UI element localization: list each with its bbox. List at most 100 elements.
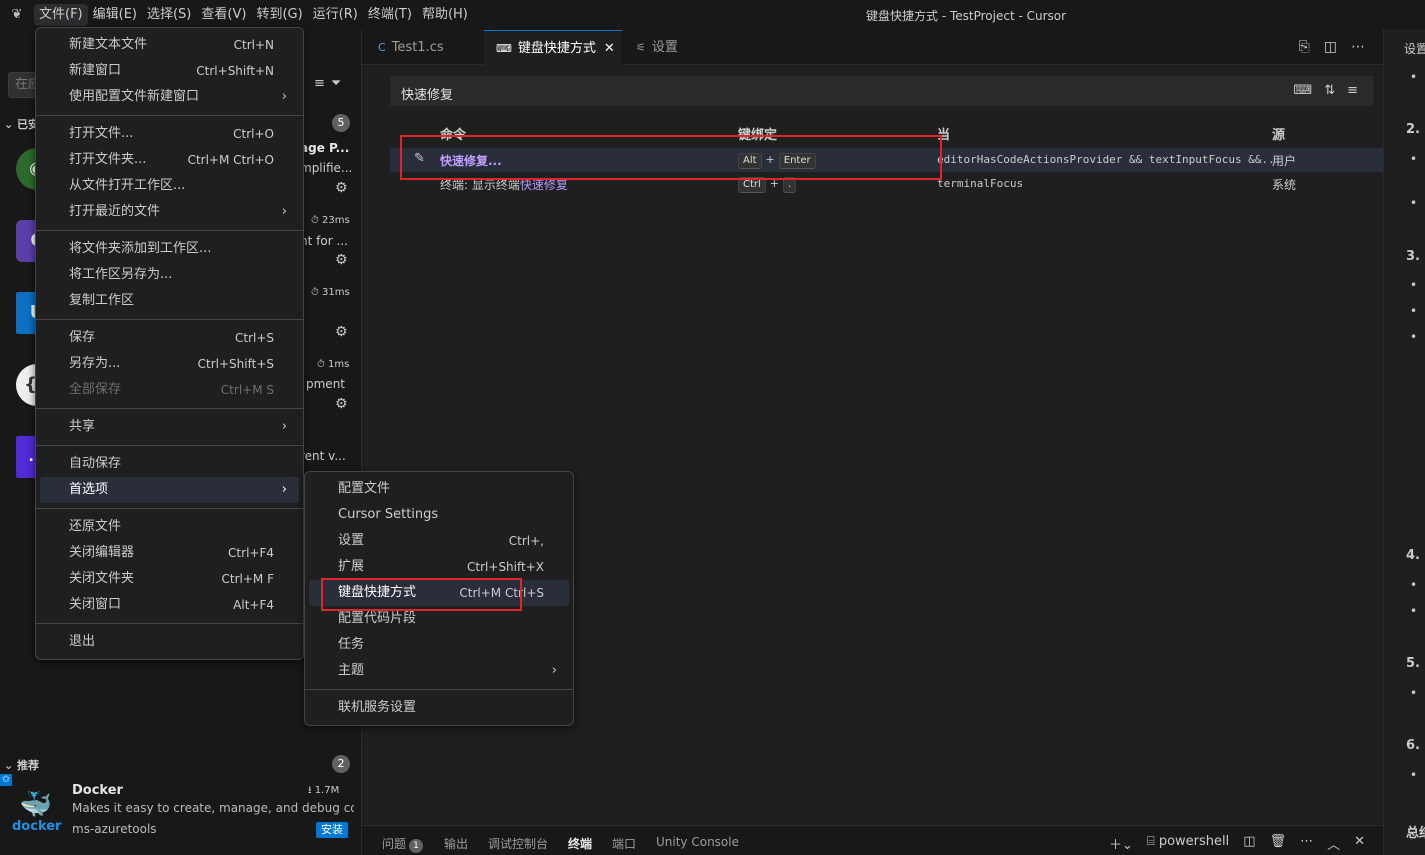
download-count: ⭳ 1.7M [308, 785, 340, 796]
more-actions-icon[interactable]: ⋯ [1300, 834, 1313, 853]
menu-item-add-folder-to-workspace[interactable]: 将文件夹添加到工作区... [40, 236, 299, 262]
menu-shortcut: Ctrl+F4 [228, 546, 274, 560]
rec-ext-name[interactable]: Docker [72, 783, 123, 798]
menu-edit[interactable]: 编辑(E) [88, 4, 142, 26]
menu-item-tasks[interactable]: 任务 [309, 632, 569, 658]
tab-test1-cs[interactable]: C Test1.cs [366, 30, 476, 65]
clear-results-icon[interactable]: ≡ [314, 76, 325, 91]
menu-shortcut: Alt+F4 [233, 598, 274, 612]
menu-help[interactable]: 帮助(H) [417, 4, 473, 26]
menu-item-profiles[interactable]: 配置文件 [309, 476, 569, 502]
menu-label: 新建窗口 [69, 63, 122, 78]
menu-label: 关闭编辑器 [69, 545, 135, 560]
menu-item-save-as[interactable]: 另存为... Ctrl+Shift+S [40, 351, 299, 377]
cursor-logo-icon[interactable]: ❦ [10, 8, 24, 22]
menu-label: 保存 [69, 330, 96, 345]
menu-item-new-window-with-profile[interactable]: 使用配置文件新建窗口 › [40, 84, 299, 110]
menu-label: 打开文件夹... [69, 152, 147, 167]
installed-section-header[interactable]: ⌄ 已安 [4, 116, 39, 132]
search-actions: ≡ ⏷ [314, 76, 341, 91]
menu-item-open-workspace[interactable]: 从文件打开工作区... [40, 173, 299, 199]
tab-terminal[interactable]: 终端 [568, 835, 592, 852]
search-value: 快速修复 [401, 88, 454, 103]
gear-icon[interactable]: ⚙ [335, 180, 348, 196]
tab-debug-console[interactable]: 调试控制台 [488, 835, 548, 852]
split-editor-icon[interactable]: ◫ [1324, 39, 1337, 55]
menu-item-revert-file[interactable]: 还原文件 [40, 514, 299, 540]
new-terminal-icon[interactable]: ＋⌄ [1109, 834, 1133, 853]
gear-icon[interactable]: ⚙ [335, 324, 348, 340]
menu-separator [36, 445, 303, 446]
section-number: 2. [1406, 122, 1420, 137]
panel-actions: ＋⌄ ⌸ powershell ◫ 🗑 ⋯ ︿ ✕ [1109, 834, 1365, 853]
menu-item-open-folder[interactable]: 打开文件夹... Ctrl+M Ctrl+O [40, 147, 299, 173]
menu-label: 自动保存 [69, 456, 122, 471]
menu-item-save-all: 全部保存 Ctrl+M S [40, 377, 299, 403]
menu-item-save-workspace-as[interactable]: 将工作区另存为... [40, 262, 299, 288]
menu-item-close-window[interactable]: 关闭窗口 Alt+F4 [40, 592, 299, 618]
problems-count-badge: 1 [409, 839, 424, 853]
split-terminal-icon[interactable]: ◫ [1243, 834, 1255, 853]
trash-icon[interactable]: 🗑 [1270, 834, 1287, 853]
col-header-source[interactable]: 源 [1272, 124, 1285, 143]
menu-item-duplicate-workspace[interactable]: 复制工作区 [40, 288, 299, 314]
close-icon[interactable]: ✕ [604, 41, 615, 56]
menu-item-extensions[interactable]: 扩展 Ctrl+Shift+X [309, 554, 569, 580]
tab-settings[interactable]: ⚟ 设置 [624, 30, 724, 65]
menu-label: 将文件夹添加到工作区... [69, 241, 212, 256]
download-count-value: 1.7M [314, 785, 340, 796]
menu-item-themes[interactable]: 主题 › [309, 658, 569, 684]
menu-item-auto-save[interactable]: 自动保存 [40, 451, 299, 477]
menu-go[interactable]: 转到(G) [251, 4, 307, 26]
menu-item-preferences[interactable]: 首选项 › [40, 477, 299, 503]
open-json-icon[interactable]: ⎘ [1299, 39, 1310, 55]
tab-problems[interactable]: 问题 1 [382, 835, 424, 853]
menu-terminal[interactable]: 终端(T) [363, 4, 417, 26]
menu-item-new-window[interactable]: 新建窗口 Ctrl+Shift+N [40, 58, 299, 84]
menu-item-exit[interactable]: 退出 [40, 629, 299, 655]
file-menu: 新建文本文件 Ctrl+N 新建窗口 Ctrl+Shift+N 使用配置文件新建窗口… [35, 27, 304, 660]
menu-label: 另存为... [69, 356, 121, 371]
tab-keyboard-shortcuts[interactable]: ⌨ 键盘快捷方式 ✕ [484, 30, 622, 65]
menu-item-save[interactable]: 保存 Ctrl+S [40, 325, 299, 351]
menu-item-settings[interactable]: 设置 Ctrl+, [309, 528, 569, 554]
gear-icon[interactable]: ⚙ [335, 396, 348, 412]
menu-label: 联机服务设置 [338, 700, 417, 715]
tab-label: 键盘快捷方式 [517, 41, 596, 56]
menu-file[interactable]: 文件(F) [34, 4, 88, 26]
menu-separator [36, 115, 303, 116]
bullet: • [1410, 578, 1418, 592]
gear-icon[interactable]: ⚙ [335, 252, 348, 268]
menu-label: 共享 [69, 419, 96, 434]
tab-unity-console[interactable]: Unity Console [656, 835, 739, 849]
menu-item-new-text-file[interactable]: 新建文本文件 Ctrl+N [40, 32, 299, 58]
tab-label: 设置 [651, 40, 678, 55]
recommended-section-header[interactable]: ⌄ 推荐 [4, 757, 39, 773]
timing-badge: ⏱ 1ms [317, 359, 350, 370]
menu-item-close-folder[interactable]: 关闭文件夹 Ctrl+M F [40, 566, 299, 592]
tab-ports[interactable]: 端口 [612, 835, 636, 852]
keybindings-search-input[interactable]: 快速修复 ⌨ ⇅ ≡ [390, 76, 1373, 106]
menu-item-cursor-settings[interactable]: Cursor Settings [309, 502, 569, 528]
menu-separator [305, 689, 573, 690]
sort-by-precedence-icon[interactable]: ⇅ [1324, 83, 1335, 98]
menu-separator [36, 508, 303, 509]
terminal-shell[interactable]: ⌸ powershell [1147, 834, 1229, 853]
menu-item-close-editor[interactable]: 关闭编辑器 Ctrl+F4 [40, 540, 299, 566]
filter-icon[interactable]: ⏷ [331, 76, 341, 91]
menu-item-open-file[interactable]: 打开文件... Ctrl+O [40, 121, 299, 147]
menu-item-online-services-settings[interactable]: 联机服务设置 [309, 695, 569, 721]
menu-selection[interactable]: 选择(S) [142, 4, 196, 26]
menu-run[interactable]: 运行(R) [308, 4, 363, 26]
tab-output[interactable]: 输出 [444, 835, 468, 852]
whale-icon: 🐳 [19, 790, 53, 820]
clear-input-icon[interactable]: ≡ [1347, 83, 1358, 98]
install-button[interactable]: 安装 [316, 822, 348, 838]
more-actions-icon[interactable]: ⋯ [1351, 39, 1365, 55]
close-panel-icon[interactable]: ✕ [1354, 834, 1365, 853]
menu-item-open-recent[interactable]: 打开最近的文件 › [40, 199, 299, 225]
maximize-panel-icon[interactable]: ︿ [1327, 834, 1340, 853]
menu-item-share[interactable]: 共享 › [40, 414, 299, 440]
menu-view[interactable]: 查看(V) [196, 4, 251, 26]
record-keys-icon[interactable]: ⌨ [1293, 83, 1312, 98]
